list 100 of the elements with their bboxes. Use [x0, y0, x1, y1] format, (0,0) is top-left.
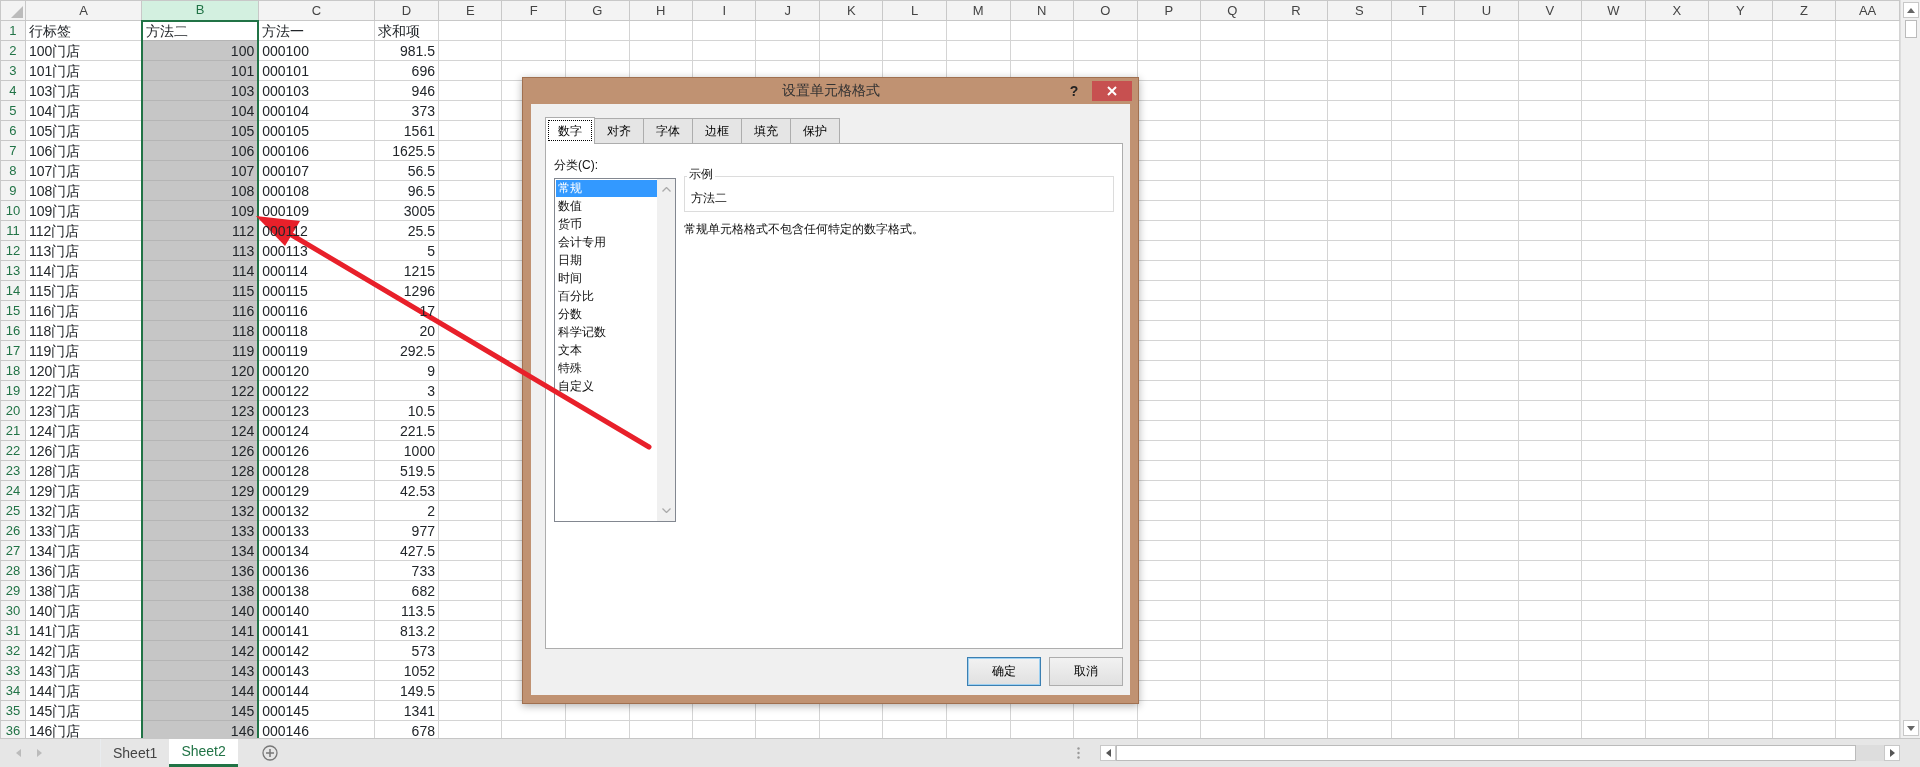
select-all-icon[interactable] — [10, 5, 23, 18]
row-number[interactable]: 18 — [0, 360, 26, 381]
scroll-right-icon[interactable] — [37, 749, 42, 757]
column-header[interactable]: E — [438, 0, 502, 21]
scroll-down-button[interactable] — [1902, 720, 1919, 736]
row-number[interactable]: 11 — [0, 220, 26, 241]
scroll-up-icon[interactable] — [661, 186, 671, 192]
row-number[interactable]: 35 — [0, 700, 26, 721]
column-header[interactable]: W — [1581, 0, 1646, 21]
column-header[interactable]: J — [755, 0, 820, 21]
help-button[interactable]: ? — [1064, 80, 1084, 101]
column-header[interactable]: X — [1645, 0, 1709, 21]
column-header[interactable]: Y — [1708, 0, 1773, 21]
column-header[interactable]: C — [258, 0, 375, 21]
column-header[interactable]: T — [1391, 0, 1455, 21]
category-item[interactable]: 货币 — [556, 215, 657, 233]
row-number[interactable]: 7 — [0, 140, 26, 161]
row-number[interactable]: 24 — [0, 480, 26, 501]
column-header[interactable]: I — [692, 0, 756, 21]
row-number[interactable]: 27 — [0, 540, 26, 561]
category-list[interactable]: 常规 数值 货币 会计专用 日期 时间 百分比 分数 科学记数 文本 特殊 自定义 — [554, 177, 676, 522]
row-number[interactable]: 22 — [0, 440, 26, 461]
row-number[interactable]: 28 — [0, 560, 26, 581]
column-header[interactable]: R — [1264, 0, 1328, 21]
category-item[interactable]: 分数 — [556, 305, 657, 323]
row-number[interactable]: 8 — [0, 160, 26, 181]
row-number[interactable]: 12 — [0, 240, 26, 261]
column-header[interactable]: P — [1137, 0, 1201, 21]
row-number[interactable]: 17 — [0, 340, 26, 361]
scroll-up-button[interactable] — [1902, 2, 1919, 18]
column-header[interactable]: L — [882, 0, 947, 21]
scroll-left-button[interactable] — [1100, 745, 1116, 761]
category-item[interactable]: 日期 — [556, 251, 657, 269]
column-header[interactable]: M — [946, 0, 1010, 21]
close-button[interactable] — [1092, 80, 1132, 101]
category-item[interactable]: 自定义 — [556, 377, 657, 395]
row-number[interactable]: 9 — [0, 180, 26, 201]
category-item[interactable]: 特殊 — [556, 359, 657, 377]
sheet-tab[interactable]: Sheet1 — [101, 739, 170, 767]
column-header[interactable]: V — [1518, 0, 1582, 21]
column-header[interactable]: S — [1327, 0, 1392, 21]
row-number[interactable]: 3 — [0, 60, 26, 81]
column-header[interactable]: N — [1010, 0, 1074, 21]
horizontal-scrollbar-thumb[interactable] — [1116, 745, 1856, 761]
row-number[interactable]: 26 — [0, 520, 26, 541]
category-item[interactable]: 时间 — [556, 269, 657, 287]
scrollbar-thumb[interactable] — [1904, 20, 1917, 38]
column-header[interactable]: F — [502, 0, 566, 21]
table-cell: 113门店 — [27, 242, 81, 259]
dialog-tab[interactable]: 数字 — [545, 116, 595, 144]
row-number[interactable]: 15 — [0, 300, 26, 321]
row-number[interactable]: 31 — [0, 620, 26, 641]
row-number[interactable]: 33 — [0, 660, 26, 681]
column-header[interactable]: Z — [1772, 0, 1836, 21]
row-number[interactable]: 19 — [0, 380, 26, 401]
scroll-right-button[interactable] — [1884, 745, 1900, 761]
column-header[interactable]: U — [1454, 0, 1519, 21]
row-number[interactable]: 25 — [0, 500, 26, 521]
category-item[interactable]: 文本 — [556, 341, 657, 359]
row-number[interactable]: 2 — [0, 40, 26, 61]
sheet-tab[interactable]: Sheet2 — [169, 739, 238, 767]
row-number[interactable]: 29 — [0, 580, 26, 601]
row-number[interactable]: 13 — [0, 260, 26, 281]
cancel-button[interactable]: 取消 — [1049, 656, 1123, 686]
row-number[interactable]: 4 — [0, 80, 26, 101]
column-header[interactable]: G — [565, 0, 629, 21]
column-header[interactable]: B — [141, 0, 259, 21]
add-sheet-icon[interactable] — [261, 745, 278, 761]
category-item[interactable]: 科学记数 — [556, 323, 657, 341]
column-header[interactable]: H — [629, 0, 693, 21]
row-number[interactable]: 1 — [0, 20, 26, 41]
dialog-tab[interactable]: 字体 — [643, 117, 693, 143]
dialog-tab[interactable]: 边框 — [692, 117, 742, 143]
column-header[interactable]: Q — [1200, 0, 1265, 21]
row-number[interactable]: 5 — [0, 100, 26, 121]
category-item[interactable]: 数值 — [556, 197, 657, 215]
column-header[interactable]: O — [1073, 0, 1138, 21]
column-header[interactable]: D — [374, 0, 439, 21]
row-number[interactable]: 20 — [0, 400, 26, 421]
column-header[interactable]: AA — [1835, 0, 1900, 21]
column-header[interactable]: K — [819, 0, 883, 21]
row-number[interactable]: 30 — [0, 600, 26, 621]
row-number[interactable]: 21 — [0, 420, 26, 441]
row-number[interactable]: 23 — [0, 460, 26, 481]
dialog-tab[interactable]: 对齐 — [594, 117, 644, 143]
ok-button[interactable]: 确定 — [967, 656, 1041, 686]
scroll-left-icon[interactable] — [16, 749, 21, 757]
scroll-down-icon[interactable] — [661, 507, 671, 513]
category-item[interactable]: 百分比 — [556, 287, 657, 305]
row-number[interactable]: 6 — [0, 120, 26, 141]
column-header[interactable]: A — [25, 0, 142, 21]
row-number[interactable]: 34 — [0, 680, 26, 701]
row-number[interactable]: 16 — [0, 320, 26, 341]
category-item[interactable]: 会计专用 — [556, 233, 657, 251]
row-number[interactable]: 32 — [0, 640, 26, 661]
dialog-tab[interactable]: 填充 — [741, 117, 791, 143]
row-number[interactable]: 10 — [0, 200, 26, 221]
row-number[interactable]: 14 — [0, 280, 26, 301]
dialog-tab[interactable]: 保护 — [790, 117, 840, 143]
splitter-handle[interactable] — [1077, 747, 1080, 759]
